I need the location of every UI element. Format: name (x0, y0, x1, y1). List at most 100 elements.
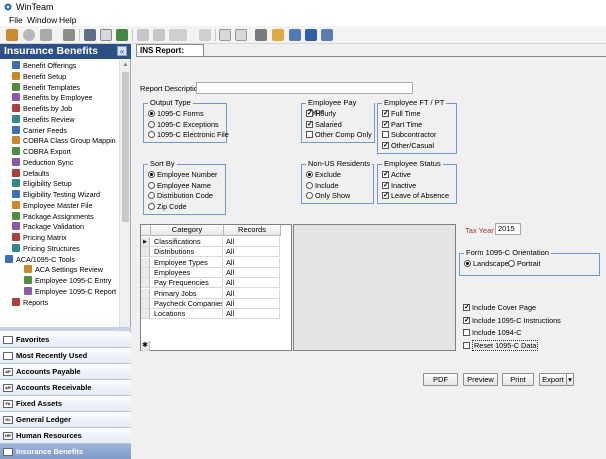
checkbox-icon[interactable] (382, 131, 389, 138)
grid-cell-records[interactable]: All (224, 267, 280, 278)
toolbar-calculator-icon[interactable] (255, 29, 267, 41)
collapse-panel-icon[interactable]: « (117, 46, 127, 56)
grid-header-records[interactable]: Records (224, 225, 281, 236)
tree-item[interactable]: Carrier Feeds (12, 125, 67, 136)
radio-icon[interactable] (306, 171, 313, 178)
radio-icon[interactable] (148, 192, 155, 199)
grid-cell-records[interactable]: All (224, 237, 280, 247)
toolbar-help-icon[interactable] (305, 29, 317, 41)
radio-icon[interactable] (148, 171, 155, 178)
toolbar-copy-icon[interactable] (100, 29, 112, 41)
radio-icon[interactable] (508, 260, 515, 267)
status-option[interactable]: Leave of Absence (382, 191, 449, 200)
toolbar-edit-icon[interactable] (137, 29, 149, 41)
radio-icon[interactable] (306, 192, 313, 199)
checkbox-icon[interactable] (463, 329, 470, 336)
scroll-up-icon[interactable]: ▲ (122, 62, 129, 69)
checkbox-icon[interactable] (382, 110, 389, 117)
row-header[interactable] (141, 309, 150, 320)
tree-item[interactable]: Employee 1095-C Report (24, 286, 116, 297)
row-header[interactable] (141, 278, 150, 289)
report-option[interactable]: Include 1094-C (463, 328, 522, 337)
sort_by-option[interactable]: Employee Number (148, 170, 217, 179)
grid-new-row[interactable]: ✱ (141, 341, 291, 351)
grid-cell-category[interactable]: Paycheck Companies (151, 298, 223, 309)
tree-item[interactable]: Eligibility Setup (12, 179, 72, 189)
checkbox-icon[interactable] (382, 181, 389, 189)
row-header[interactable] (141, 298, 150, 309)
report-description-input[interactable] (196, 82, 413, 94)
tree-item[interactable]: Pricing Matrix (12, 233, 67, 243)
tree-item[interactable]: ACA Settings Review (24, 265, 103, 275)
output_type-option[interactable]: 1095-C Exceptions (148, 120, 219, 129)
table-row[interactable]: Primary Jobs All (141, 288, 291, 299)
report-option[interactable]: Include 1095-C Instructions (463, 316, 561, 325)
row-header[interactable] (141, 257, 150, 268)
grid-cell-records[interactable]: All (224, 309, 280, 320)
checkbox-icon[interactable] (382, 171, 389, 178)
checkbox-icon[interactable] (382, 120, 389, 128)
grid-cell-records[interactable]: All (224, 257, 280, 268)
ft_pt-option[interactable]: Other/Casual (382, 141, 434, 150)
tree-item[interactable]: Benefits by Employee (12, 93, 93, 103)
ft_pt-option[interactable]: Full Time (382, 109, 421, 118)
tree-item[interactable]: Deduction Sync (12, 157, 73, 168)
table-row[interactable]: Pay Frequencies All (141, 278, 291, 289)
tree-item[interactable]: COBRA Class Group Mappin (12, 136, 116, 146)
status-option[interactable]: Active (382, 170, 411, 179)
non_us-option[interactable]: Exclude (306, 170, 341, 179)
grid-cell-category[interactable]: Primary Jobs (151, 288, 223, 299)
export-button[interactable]: Export (539, 373, 567, 386)
output_type-option[interactable]: 1095-C Electronic File (148, 130, 229, 139)
toolbar-tools-icon[interactable] (84, 29, 96, 41)
tree-item[interactable]: Benefits Review (12, 114, 75, 125)
nav-splitter[interactable] (0, 327, 131, 331)
output_type-option[interactable]: 1095-C Forms (148, 109, 204, 118)
preview-button[interactable]: Preview (463, 373, 498, 386)
toolbar-book-icon[interactable] (6, 29, 18, 41)
tree-item[interactable]: Package Validation (12, 222, 84, 232)
grid-cell-records[interactable]: All (224, 288, 280, 299)
tree-item[interactable]: Benefits by Job (12, 104, 72, 114)
toolbar-refresh-icon[interactable] (23, 29, 35, 41)
tree-item[interactable]: Employee Master File (12, 200, 93, 211)
toolbar-delete-icon[interactable] (153, 29, 165, 41)
table-row[interactable]: Employees All (141, 267, 291, 278)
checkbox-icon[interactable] (382, 141, 389, 149)
checkbox-icon[interactable] (463, 316, 470, 324)
pay_type-option[interactable]: Hourly (306, 109, 336, 118)
toolbar-calendar-icon[interactable] (289, 29, 301, 41)
table-row[interactable]: Distributions All (141, 247, 291, 258)
grid-cell-records[interactable]: All (224, 247, 280, 258)
menu-help[interactable]: Help (59, 15, 76, 25)
toolbar-print-icon[interactable] (63, 29, 75, 41)
grid-cell-category[interactable]: Employees (151, 267, 223, 278)
tree-item[interactable]: Reports (12, 297, 48, 308)
tree-item[interactable]: Package Assignments (12, 211, 94, 222)
tree-scrollbar[interactable]: ▲ ▼ (119, 60, 130, 356)
pay_type-option[interactable]: Other Comp Only (306, 130, 372, 139)
checkbox-icon[interactable] (306, 110, 313, 117)
tree-item[interactable]: COBRA Export (12, 147, 71, 157)
nav-item[interactable]: INS Insurance Benefits (0, 444, 131, 459)
report-option[interactable]: Reset 1095-C Data (463, 339, 539, 351)
nav-item[interactable]: FA Fixed Assets (0, 396, 131, 412)
current-row-arrow-icon[interactable]: ▶ (141, 237, 150, 247)
radio-icon[interactable] (464, 260, 471, 267)
toolbar-zoom-icon[interactable] (321, 29, 333, 41)
radio-icon[interactable] (148, 120, 155, 128)
radio-icon[interactable] (148, 202, 155, 210)
table-row[interactable]: Paycheck Companies All (141, 298, 291, 309)
non_us-option[interactable]: Only Show (306, 191, 350, 200)
toolbar-attach-icon[interactable] (199, 29, 211, 41)
pdf-button[interactable]: PDF (423, 373, 458, 386)
tree-item[interactable]: Defaults (12, 168, 49, 179)
menu-window[interactable]: Window (27, 15, 57, 25)
grid-cell-records[interactable]: All (224, 278, 280, 289)
menu-file[interactable]: File (9, 15, 23, 25)
sort_by-option[interactable]: Zip Code (148, 202, 187, 211)
scroll-thumb[interactable] (122, 72, 129, 222)
grid-cell-category[interactable]: Locations (151, 309, 223, 320)
tree-item[interactable]: Benefit Setup (12, 71, 66, 82)
nav-item[interactable]: HR Human Resources (0, 428, 131, 444)
